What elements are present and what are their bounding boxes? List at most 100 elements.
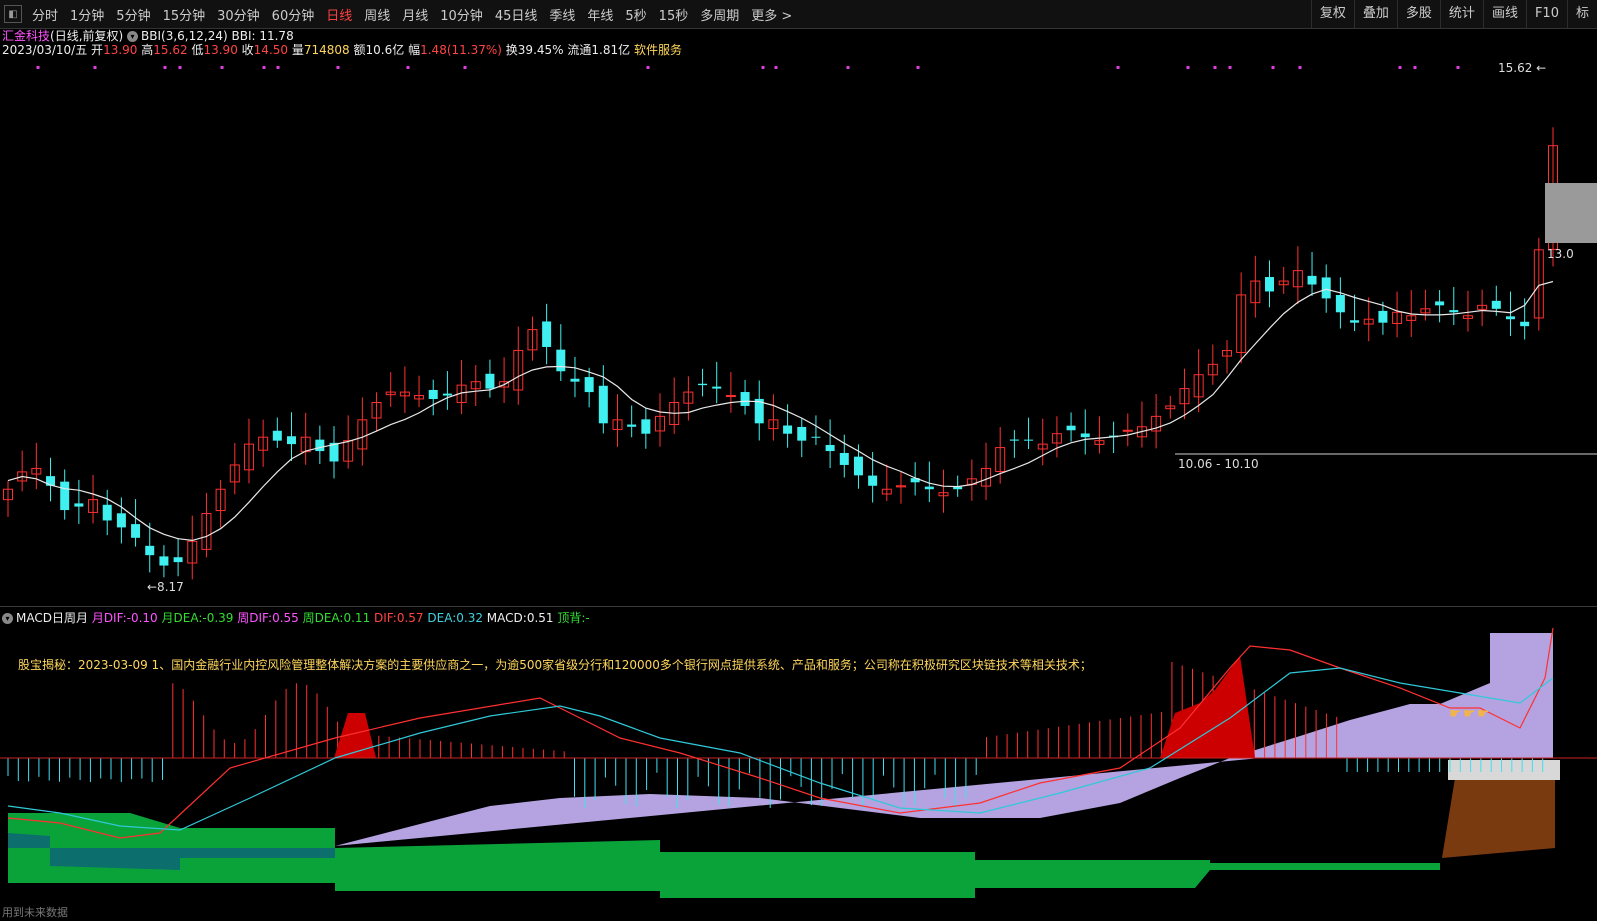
signal-dot xyxy=(1228,66,1232,69)
period-tab[interactable]: 1分钟 xyxy=(64,5,110,24)
candle xyxy=(1051,416,1062,458)
candle xyxy=(1080,409,1090,455)
candle-body xyxy=(1520,321,1530,327)
candle-body xyxy=(1009,439,1019,441)
candle xyxy=(669,377,680,434)
candle xyxy=(1136,401,1147,448)
candle xyxy=(698,368,708,397)
candle xyxy=(981,442,992,500)
candle xyxy=(881,464,892,502)
float-value: 1.81亿 xyxy=(591,43,631,57)
toolbar-button[interactable]: 复权 xyxy=(1310,0,1354,28)
candle-body xyxy=(159,556,169,566)
candle xyxy=(1221,340,1232,374)
candle-body xyxy=(442,393,452,396)
candle-body xyxy=(116,513,126,528)
indicator-name[interactable]: BBI(3,6,12,24) xyxy=(141,29,228,43)
period-tab[interactable]: 季线 xyxy=(543,5,581,24)
period-tab[interactable]: 5秒 xyxy=(619,5,652,24)
candle xyxy=(74,479,84,524)
high-label: 高 xyxy=(141,43,154,57)
candle-body xyxy=(740,392,750,406)
period-tab[interactable]: 10分钟 xyxy=(434,5,489,24)
candle-body xyxy=(584,377,594,393)
candle xyxy=(315,425,325,464)
candle-body xyxy=(131,524,141,538)
toolbar-button[interactable]: 多股 xyxy=(1396,0,1440,28)
toolbar-button[interactable]: F10 xyxy=(1525,0,1567,28)
high-value: 15.62 xyxy=(153,43,188,57)
min-price-label: ←8.17 xyxy=(147,580,184,594)
stock-name[interactable]: 汇金科技 xyxy=(2,29,50,43)
toolbar-button[interactable]: 统计 xyxy=(1439,0,1483,28)
hand-icon: ☛ xyxy=(1477,706,1490,722)
signal-dot xyxy=(1413,66,1417,69)
period-tab[interactable]: 60分钟 xyxy=(266,5,321,24)
period-tab[interactable]: 15分钟 xyxy=(157,5,212,24)
candle xyxy=(1165,395,1176,419)
candles xyxy=(3,127,1558,580)
period-tab[interactable]: 30分钟 xyxy=(211,5,266,24)
candlestick-chart[interactable]: 10.06 - 10.10 15.62 ← ←8.17 13.0 xyxy=(0,58,1597,606)
candle xyxy=(612,394,623,447)
period-tab[interactable]: 45日线 xyxy=(489,5,544,24)
candle xyxy=(1435,290,1445,323)
macd-chart[interactable]: ☛ ☛ ☛ xyxy=(0,608,1597,903)
close-label: 收 xyxy=(241,43,254,57)
candle-body xyxy=(145,545,155,556)
candle-body xyxy=(428,389,438,400)
macd-peak xyxy=(1160,656,1255,758)
amount-label: 额 xyxy=(353,43,366,57)
hand-icon: ☛ xyxy=(1449,706,1462,722)
open-label: 开 xyxy=(91,43,104,57)
toolbar-button[interactable]: 标 xyxy=(1566,0,1597,28)
hand-icons: ☛ ☛ ☛ xyxy=(1449,706,1490,722)
candle xyxy=(797,418,807,458)
candle xyxy=(966,459,977,501)
candle xyxy=(825,419,835,469)
period-tab[interactable]: 更多 > xyxy=(745,5,798,24)
candle-body xyxy=(556,349,566,372)
period-tab[interactable]: 日线 xyxy=(320,5,358,24)
sector-link[interactable]: 软件服务 xyxy=(634,43,682,57)
candle xyxy=(1265,260,1275,308)
panel-divider[interactable] xyxy=(0,606,1597,607)
candle-body xyxy=(1491,300,1501,309)
signal-dots xyxy=(36,66,1460,69)
signal-dot xyxy=(774,66,778,69)
candle xyxy=(542,303,552,365)
period-tab[interactable]: 年线 xyxy=(581,5,619,24)
candle xyxy=(499,357,510,403)
candle xyxy=(272,417,282,448)
candle-body xyxy=(811,436,821,438)
period-tab[interactable]: 多周期 xyxy=(694,5,745,24)
candle-body xyxy=(1024,439,1034,441)
period-tab[interactable]: 5分钟 xyxy=(110,5,156,24)
candle-body xyxy=(1435,301,1445,306)
indicator-toggle-icon[interactable]: ▾ xyxy=(127,31,139,42)
signal-dot xyxy=(463,66,467,69)
turnover-value: 39.45% xyxy=(517,43,564,57)
period-tab[interactable]: 分时 xyxy=(26,5,64,24)
period-tab[interactable]: 周线 xyxy=(358,5,396,24)
volume-label: 量 xyxy=(291,43,304,57)
macd-peak xyxy=(334,713,376,758)
candle xyxy=(1151,393,1162,449)
toolbar-button[interactable]: 画线 xyxy=(1482,0,1526,28)
period-toolbar: ◧ 分时 1分钟 5分钟 15分钟 30分钟 60分钟 日线 周线 月线 10分钟 45日线 季线 年线… xyxy=(0,0,1597,29)
panel-toggle-icon[interactable]: ◧ xyxy=(4,5,22,23)
candle xyxy=(173,538,183,577)
signal-dot xyxy=(93,66,97,69)
toolbar-right-buttons: 复权 叠加 多股 统计 画线 F10 标 xyxy=(1310,0,1597,28)
period-tab[interactable]: 月线 xyxy=(396,5,434,24)
candle-body xyxy=(1505,316,1515,320)
candle xyxy=(1335,277,1345,329)
chart-mode: (日线,前复权) xyxy=(50,29,124,43)
candle xyxy=(385,372,396,407)
max-price-label: 15.62 ← xyxy=(1498,61,1546,75)
period-tab[interactable]: 15秒 xyxy=(653,5,695,24)
toolbar-button[interactable]: 叠加 xyxy=(1353,0,1397,28)
amount-value: 10.6亿 xyxy=(365,43,405,57)
period-tabs: 分时 1分钟 5分钟 15分钟 30分钟 60分钟 日线 周线 月线 10分钟 45日线 季线 年线 5秒… xyxy=(26,0,798,28)
candle xyxy=(300,412,311,465)
